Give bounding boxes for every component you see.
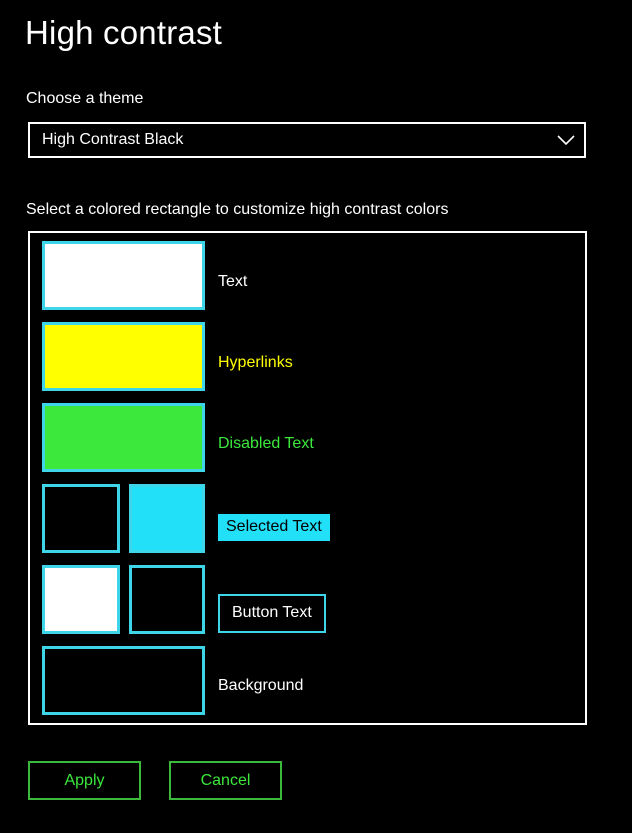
action-button-row: Apply Cancel: [28, 761, 282, 800]
swatch-label-hyperlinks: Hyperlinks: [218, 354, 293, 371]
swatch-selected-text-foreground[interactable]: [42, 484, 120, 553]
swatch-text-foreground[interactable]: [42, 241, 205, 310]
page-title: High contrast: [25, 14, 223, 51]
select-rectangle-label: Select a colored rectangle to customize …: [26, 201, 449, 218]
cancel-button[interactable]: Cancel: [169, 761, 282, 800]
theme-dropdown[interactable]: High Contrast Black: [28, 122, 586, 158]
swatch-label-button-text: Button Text: [218, 594, 326, 633]
chevron-down-icon: [548, 124, 584, 156]
swatch-hyperlink-foreground[interactable]: [42, 322, 205, 391]
swatch-button-text-background[interactable]: [129, 565, 205, 634]
swatch-selected-text-background[interactable]: [129, 484, 205, 553]
choose-theme-label: Choose a theme: [26, 90, 144, 107]
swatch-background-color[interactable]: [42, 646, 205, 715]
swatch-label-background: Background: [218, 677, 304, 694]
swatch-button-text-foreground[interactable]: [42, 565, 120, 634]
swatch-label-disabled-text: Disabled Text: [218, 435, 314, 452]
swatch-disabled-text-foreground[interactable]: [42, 403, 205, 472]
apply-button[interactable]: Apply: [28, 761, 141, 800]
high-contrast-settings-page: High contrast Choose a theme High Contra…: [0, 0, 632, 833]
color-swatch-panel: Text Hyperlinks Disabled Text Selected T…: [28, 231, 587, 725]
swatch-label-text: Text: [218, 273, 248, 290]
theme-dropdown-value: High Contrast Black: [42, 131, 184, 148]
swatch-label-selected-text: Selected Text: [218, 514, 330, 541]
